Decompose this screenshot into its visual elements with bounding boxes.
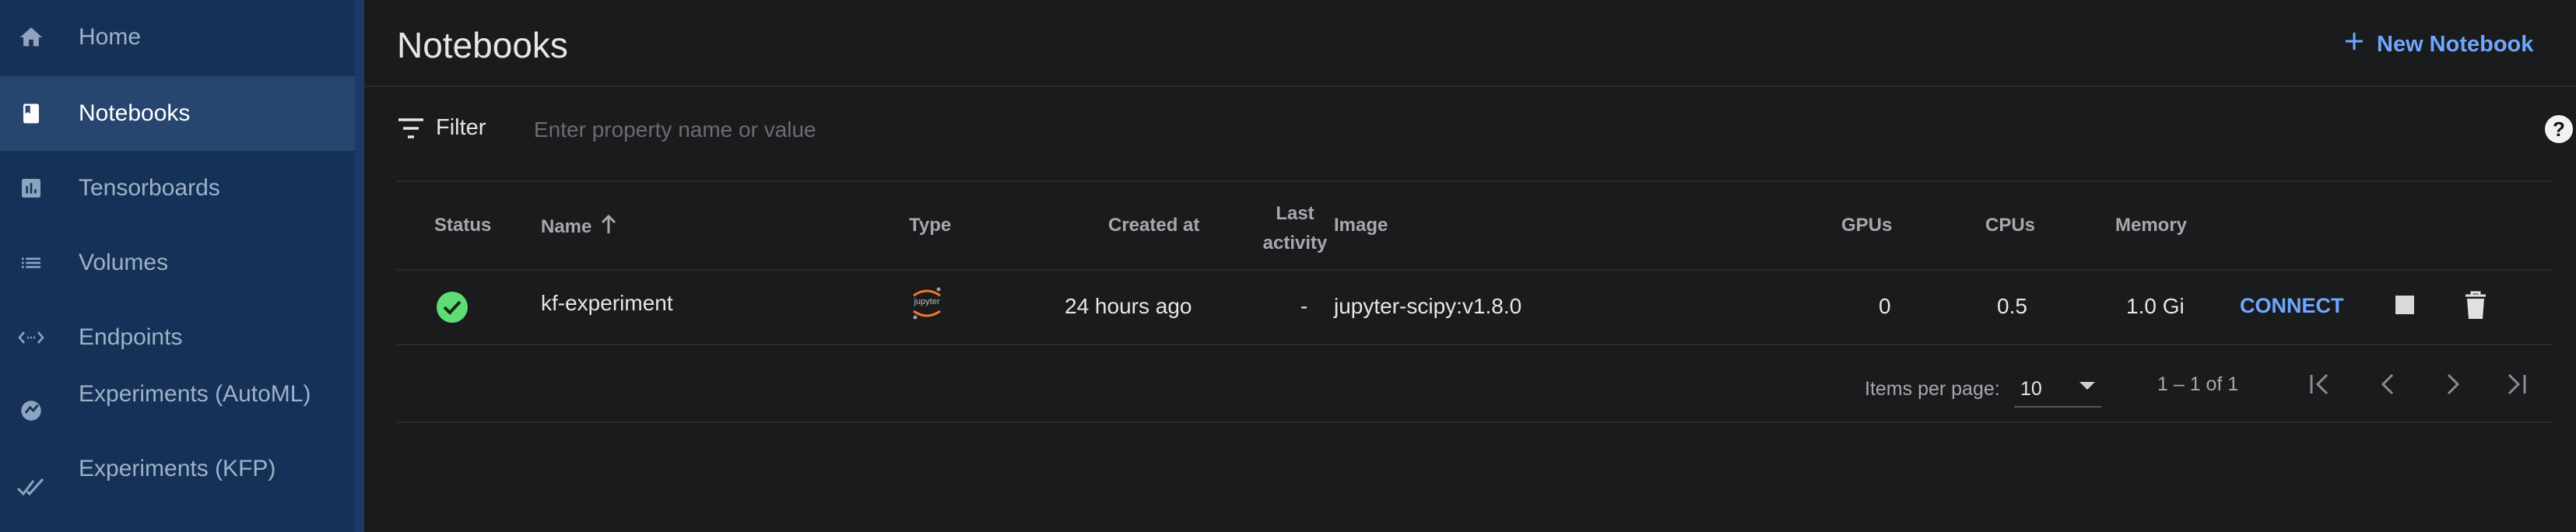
table-header-divider	[397, 269, 2553, 271]
image-name: jupyter-scipy:v1.8.0	[1334, 294, 1522, 318]
plus-icon	[2344, 31, 2364, 58]
sidebar-item-label: Home	[79, 24, 142, 50]
delete-icon[interactable]	[2464, 291, 2487, 324]
sidebar-item-experiments-kfp[interactable]: Experiments (KFP)	[0, 450, 355, 524]
list-icon	[16, 247, 47, 278]
header-divider	[364, 86, 2576, 87]
sidebar-item-tensorboards[interactable]: Tensorboards	[0, 151, 355, 226]
arrow-up-icon	[601, 214, 616, 239]
status-ready-icon	[436, 291, 469, 327]
created-at: 24 hours ago	[1065, 294, 1192, 318]
column-header-last-activity-line1: Last	[1276, 203, 1314, 224]
sidebar-item-label: Endpoints	[79, 324, 183, 350]
sidebar-item-experiments-automl[interactable]: Experiments (AutoML)	[0, 375, 355, 446]
home-icon	[16, 22, 47, 53]
sidebar-divider	[355, 0, 364, 532]
notebook-name[interactable]: kf-experiment	[541, 291, 673, 316]
column-header-status[interactable]: Status	[434, 215, 491, 236]
gpus-value: 0	[1879, 294, 1891, 318]
column-header-memory[interactable]: Memory	[2115, 215, 2187, 236]
help-icon[interactable]: ?	[2545, 115, 2573, 143]
filter-bar: Filter ?	[397, 110, 2573, 149]
column-header-created[interactable]: Created at	[1108, 215, 1199, 236]
first-page-icon[interactable]	[2307, 370, 2335, 402]
page-range: 1 – 1 of 1	[2157, 373, 2239, 395]
jupyter-logo-text: jupyter	[914, 297, 940, 306]
column-header-cpus[interactable]: CPUs	[1985, 215, 2035, 236]
sidebar-item-endpoints[interactable]: Endpoints	[0, 300, 355, 375]
filter-label: Filter	[436, 115, 486, 140]
memory-value: 1.0 Gi	[2126, 294, 2185, 318]
sidebar-item-label: Volumes	[79, 250, 169, 275]
stop-icon[interactable]	[2395, 296, 2414, 314]
last-activity: -	[1300, 294, 1308, 318]
book-icon	[16, 98, 47, 129]
column-header-name[interactable]: Name	[541, 214, 616, 239]
dropdown-arrow-icon	[2079, 381, 2095, 395]
double-check-icon	[16, 471, 47, 502]
column-header-image[interactable]: Image	[1334, 215, 1388, 236]
code-arrows-icon	[16, 322, 47, 353]
filter-input[interactable]	[532, 110, 1236, 149]
chart-icon	[16, 173, 47, 204]
connect-button[interactable]: CONNECT	[2240, 294, 2344, 318]
automl-icon	[16, 395, 47, 426]
column-header-last-activity-line2: activity	[1262, 233, 1328, 254]
next-page-icon[interactable]	[2437, 370, 2465, 402]
column-header-name-label: Name	[541, 215, 592, 237]
sidebar-item-volumes[interactable]: Volumes	[0, 226, 355, 300]
jupyter-logo-icon: jupyter	[909, 283, 945, 324]
items-per-page-label: Items per page:	[1865, 378, 2000, 400]
column-header-type[interactable]: Type	[909, 215, 951, 236]
sidebar-item-label: Experiments (AutoML)	[79, 381, 311, 407]
new-notebook-label: New Notebook	[2377, 31, 2534, 57]
main-content: Notebooks New Notebook Filter ? Status N…	[364, 0, 2576, 532]
page-size-value: 10	[2020, 378, 2042, 400]
cpus-value: 0.5	[1997, 294, 2027, 318]
sidebar: Home Notebooks Tensorboards Volumes Endp…	[0, 0, 364, 532]
filter-divider	[397, 180, 2553, 182]
column-header-gpus[interactable]: GPUs	[1841, 215, 1892, 236]
last-page-icon[interactable]	[2501, 370, 2529, 402]
sidebar-item-label: Experiments (KFP)	[79, 456, 276, 481]
column-header-last-activity[interactable]: Last activity	[1248, 199, 1342, 258]
sidebar-item-label: Notebooks	[79, 100, 191, 126]
filter-icon	[397, 117, 425, 144]
paginator-divider	[397, 422, 2553, 423]
sidebar-item-label: Tensorboards	[79, 175, 220, 201]
sidebar-item-home[interactable]: Home	[0, 0, 355, 75]
new-notebook-button[interactable]: New Notebook	[2344, 26, 2533, 62]
page-size-select[interactable]: 10	[2014, 372, 2101, 408]
sidebar-item-notebooks[interactable]: Notebooks	[0, 76, 355, 151]
previous-page-icon[interactable]	[2375, 370, 2403, 402]
page-title: Notebooks	[397, 25, 568, 65]
table-row-divider	[397, 344, 2553, 345]
